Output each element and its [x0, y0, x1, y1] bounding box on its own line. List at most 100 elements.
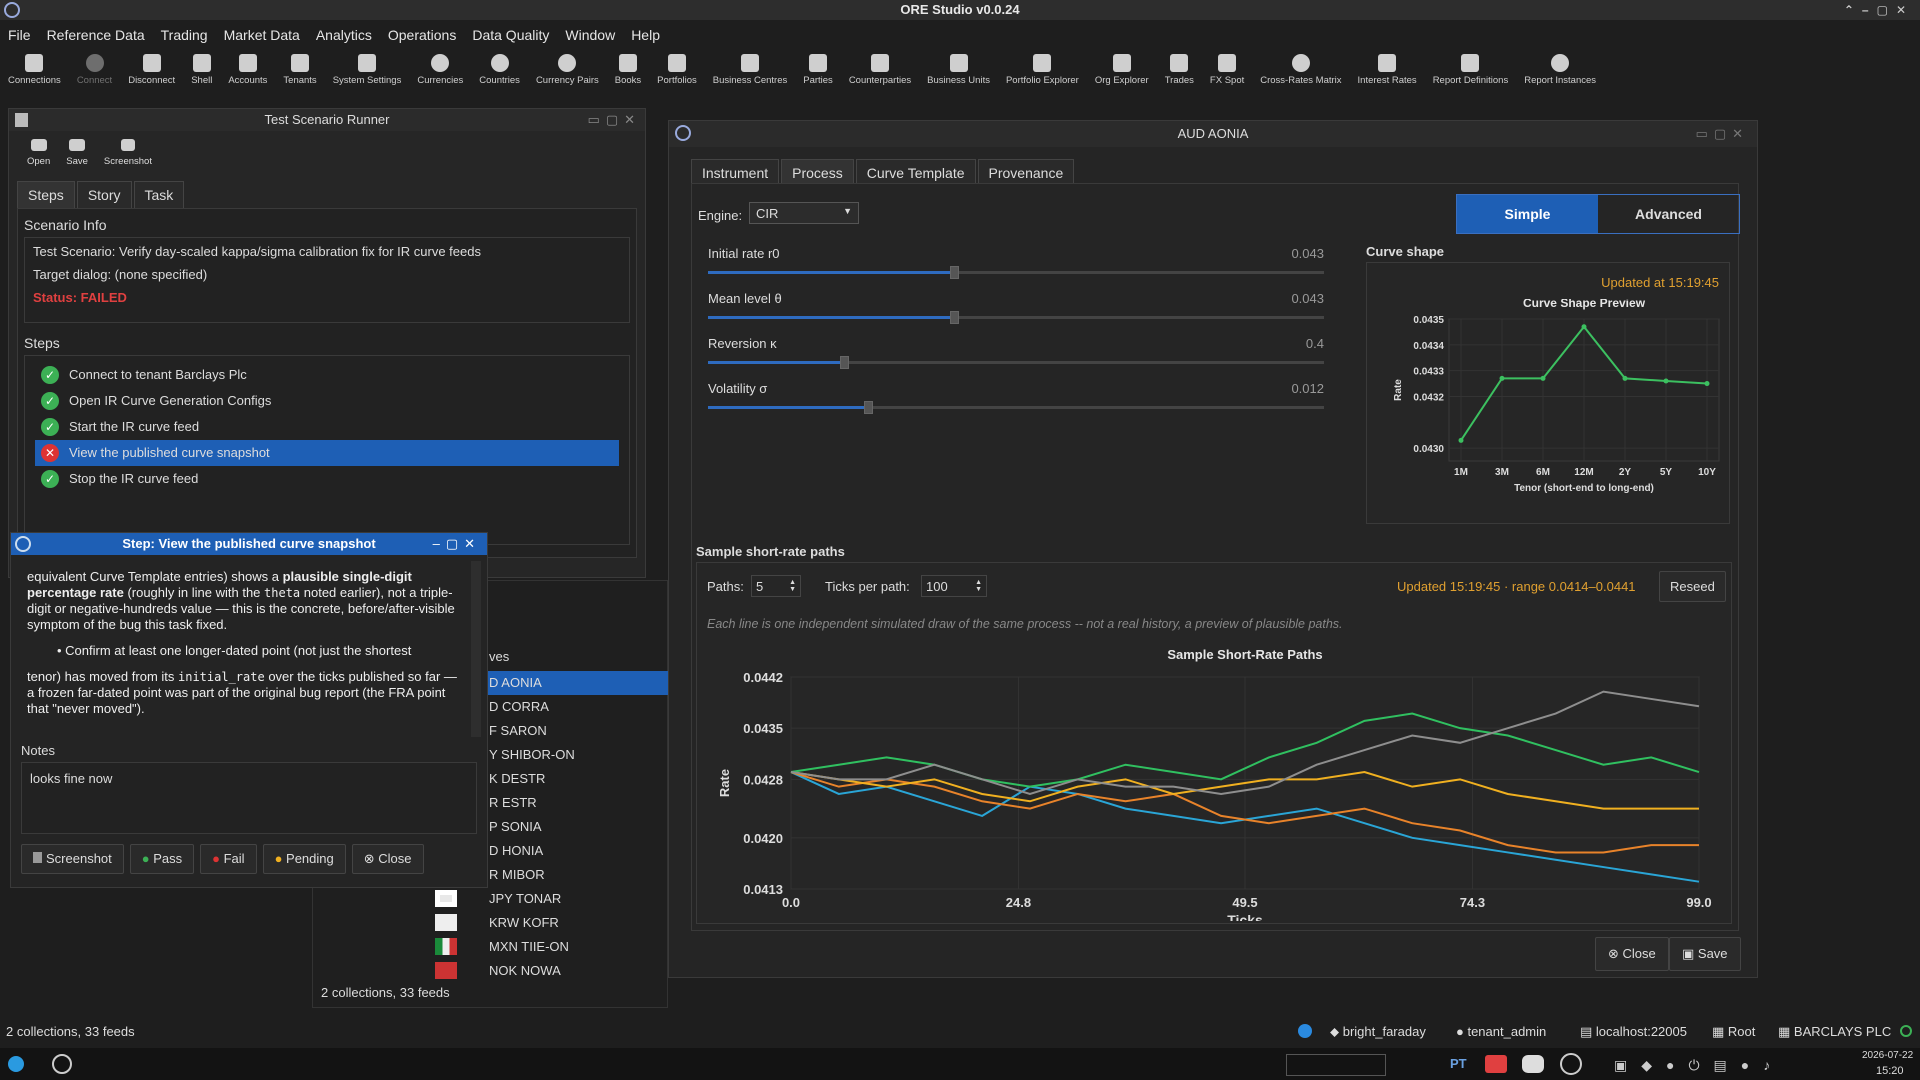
toolbar-portfolios[interactable]: Portfolios: [649, 50, 705, 94]
close-button[interactable]: ⊗ Close: [351, 844, 424, 874]
step-item[interactable]: ✓ Start the IR curve feed: [35, 414, 619, 440]
menu-data-quality[interactable]: Data Quality: [464, 24, 557, 46]
slider-handle[interactable]: [839, 356, 849, 369]
tab-provenance[interactable]: Provenance: [977, 159, 1075, 186]
toolbar-connect[interactable]: Connect: [69, 50, 120, 94]
step-item[interactable]: ✓ Stop the IR curve feed: [35, 466, 619, 492]
step-dialog-controls[interactable]: –▢✕: [433, 533, 481, 555]
feed-item[interactable]: K DESTR: [473, 767, 669, 791]
toolbar-counterparties[interactable]: Counterparties: [841, 50, 919, 94]
parties-icon: [809, 54, 828, 72]
aonia-window-controls[interactable]: ▭▢✕: [1696, 121, 1749, 147]
tab-task[interactable]: Task: [133, 181, 185, 208]
tab-process[interactable]: Process: [781, 159, 854, 186]
menu-file[interactable]: File: [0, 24, 39, 46]
feed-item[interactable]: D CORRA: [473, 695, 669, 719]
menu-help[interactable]: Help: [623, 24, 668, 46]
feed-item-selected[interactable]: D AONIA: [473, 671, 669, 695]
toolbar-org-explorer[interactable]: Org Explorer: [1087, 50, 1157, 94]
toolbar-accounts[interactable]: Accounts: [220, 50, 275, 94]
ticks-spinbox[interactable]: 100 ▲ ▼: [921, 575, 987, 597]
virtual-desktops-pager[interactable]: [1286, 1054, 1386, 1076]
spin-arrows-icon[interactable]: ▲ ▼: [975, 579, 982, 593]
simple-mode-button[interactable]: Simple: [1457, 195, 1598, 233]
toolbar-currencies[interactable]: Currencies: [409, 50, 471, 94]
notes-field[interactable]: looks fine now: [21, 762, 477, 834]
toolbar-portfolio-explorer[interactable]: Portfolio Explorer: [998, 50, 1087, 94]
feed-item[interactable]: NOK NOWA: [435, 959, 669, 983]
slider-handle[interactable]: [950, 311, 960, 324]
menu-analytics[interactable]: Analytics: [308, 24, 380, 46]
toolbar-trades[interactable]: Trades: [1157, 50, 1202, 94]
slider-volatility[interactable]: Volatility σ 0.012: [692, 381, 1342, 426]
save-button[interactable]: Save: [58, 137, 96, 167]
menu-operations[interactable]: Operations: [380, 24, 464, 46]
keyboard-layout[interactable]: PT: [1450, 1056, 1467, 1071]
feed-item[interactable]: F SARON: [473, 719, 669, 743]
feed-item[interactable]: P SONIA: [473, 815, 669, 839]
toolbar-books[interactable]: Books: [607, 50, 649, 94]
x-tick-label: 99.0: [1686, 895, 1711, 910]
toolbar-tenants[interactable]: Tenants: [275, 50, 324, 94]
menu-trading[interactable]: Trading: [153, 24, 216, 46]
discord-icon[interactable]: [1522, 1055, 1544, 1073]
feed-item[interactable]: D HONIA: [473, 839, 669, 863]
tab-curve-template[interactable]: Curve Template: [855, 159, 976, 186]
slider-handle[interactable]: [864, 401, 874, 414]
description-scrollbar[interactable]: [471, 561, 481, 737]
save-button[interactable]: ▣ Save: [1669, 937, 1741, 971]
screenshot-button[interactable]: Screenshot: [21, 844, 124, 874]
engine-select[interactable]: CIR ▼: [749, 202, 859, 224]
tab-story[interactable]: Story: [76, 181, 132, 208]
toolbar-interest-rates[interactable]: Interest Rates: [1350, 50, 1425, 94]
toolbar-business-units[interactable]: Business Units: [919, 50, 998, 94]
toolbar-parties[interactable]: Parties: [795, 50, 841, 94]
feed-item[interactable]: Y SHIBOR-ON: [473, 743, 669, 767]
menu-window[interactable]: Window: [557, 24, 623, 46]
screenshot-button[interactable]: Screenshot: [96, 137, 160, 167]
slider-handle[interactable]: [950, 266, 960, 279]
toolbar-report-definitions[interactable]: Report Definitions: [1425, 50, 1517, 94]
reseed-button[interactable]: Reseed: [1659, 571, 1726, 602]
step-item[interactable]: ✓ Connect to tenant Barclays Plc: [35, 362, 619, 388]
git-client-icon[interactable]: [1485, 1055, 1507, 1073]
app-task-icon[interactable]: [52, 1054, 72, 1074]
system-tray-icons[interactable]: ▣◆●⏻▤●♪: [1614, 1057, 1784, 1074]
pending-button[interactable]: ● Pending: [262, 844, 346, 874]
paths-spinbox[interactable]: 5 ▲ ▼: [751, 575, 801, 597]
menu-reference-data[interactable]: Reference Data: [39, 24, 153, 46]
slider-reversion[interactable]: Reversion κ 0.4: [692, 336, 1342, 381]
spin-arrows-icon[interactable]: ▲ ▼: [789, 579, 796, 593]
feed-item[interactable]: R ESTR: [473, 791, 669, 815]
toolbar-countries[interactable]: Countries: [471, 50, 528, 94]
toolbar-cross-rates-matrix[interactable]: Cross-Rates Matrix: [1252, 50, 1349, 94]
toolbar-connections[interactable]: Connections: [0, 50, 69, 94]
menu-market-data[interactable]: Market Data: [216, 24, 308, 46]
toolbar-disconnect[interactable]: Disconnect: [120, 50, 183, 94]
toolbar-fx-spot[interactable]: FX Spot: [1202, 50, 1252, 94]
feed-item[interactable]: KRW KOFR: [435, 911, 669, 935]
feed-item[interactable]: R MIBOR: [473, 863, 669, 887]
toolbar-report-instances[interactable]: Report Instances: [1516, 50, 1604, 94]
step-item[interactable]: ✓ Open IR Curve Generation Configs: [35, 388, 619, 414]
feed-item[interactable]: MXN TIIE-ON: [435, 935, 669, 959]
window-controls[interactable]: ⌃–▢✕: [1844, 0, 1914, 20]
advanced-mode-button[interactable]: Advanced: [1598, 195, 1739, 233]
toolbar-shell[interactable]: Shell: [183, 50, 220, 94]
close-button[interactable]: ⊗ Close: [1595, 937, 1669, 971]
toolbar-system-settings[interactable]: System Settings: [325, 50, 410, 94]
tab-instrument[interactable]: Instrument: [691, 159, 780, 186]
tab-steps[interactable]: Steps: [17, 181, 75, 208]
runner-window-controls[interactable]: ▭▢✕: [588, 109, 641, 131]
start-menu-icon[interactable]: [8, 1056, 24, 1072]
app-tray-icon[interactable]: [1560, 1053, 1582, 1075]
slider-initial-rate[interactable]: Initial rate r0 0.043: [692, 246, 1342, 291]
pass-button[interactable]: ● Pass: [129, 844, 195, 874]
toolbar-business-centres[interactable]: Business Centres: [705, 50, 795, 94]
step-item-selected[interactable]: ✕ View the published curve snapshot: [35, 440, 619, 466]
fail-button[interactable]: ● Fail: [200, 844, 257, 874]
feed-item[interactable]: JPY TONAR: [435, 887, 669, 911]
open-button[interactable]: Open: [19, 137, 58, 167]
slider-mean-level[interactable]: Mean level θ 0.043: [692, 291, 1342, 336]
toolbar-currency-pairs[interactable]: Currency Pairs: [528, 50, 607, 94]
